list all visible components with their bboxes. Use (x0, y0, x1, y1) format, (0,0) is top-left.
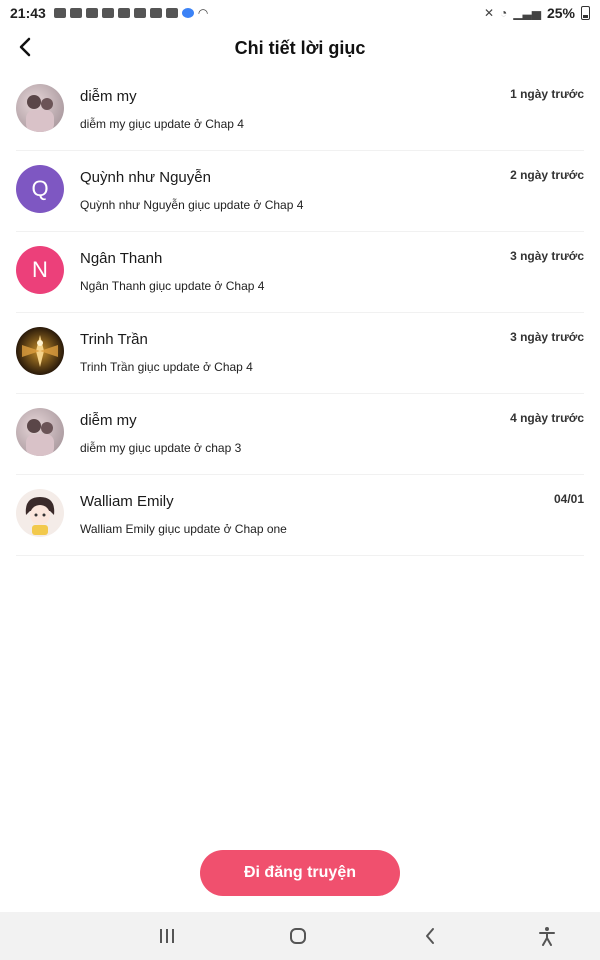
avatar-photo (26, 95, 54, 132)
battery-percent: 25% (546, 5, 575, 21)
system-navigation-bar (0, 912, 600, 960)
item-name: Ngân Thanh (80, 250, 163, 267)
youtube-icon (69, 8, 82, 18)
list-item[interactable]: Q Quỳnh như Nguyễn 2 ngày trước Quỳnh nh… (16, 151, 584, 232)
chevron-left-icon (19, 37, 31, 57)
avatar-photo (26, 419, 54, 456)
youtube-icon (149, 8, 162, 18)
wifi-signal-icon: ◔ (500, 6, 508, 20)
avatar: Q (16, 165, 64, 213)
header: Chi tiết lời giục (0, 28, 600, 68)
item-name: diễm my (80, 88, 137, 105)
avatar (16, 84, 64, 132)
recent-apps-icon (160, 929, 174, 943)
app-icon (101, 8, 114, 18)
accessibility-button[interactable] (535, 924, 559, 948)
item-description: Ngân Thanh giục update ở Chap 4 (80, 279, 265, 293)
battery-icon (581, 6, 590, 20)
item-description: diễm my giục update ở chap 3 (80, 441, 242, 455)
mute-icon: ✕ (483, 6, 495, 20)
instagram-icon (117, 8, 130, 18)
page-title: Chi tiết lời giục (234, 37, 366, 58)
gmail-icon (133, 8, 146, 18)
item-name: Quỳnh như Nguyễn (80, 169, 211, 186)
list-item[interactable]: diễm my 1 ngày trước diễm my giục update… (16, 70, 584, 151)
avatar-initial: Q (31, 176, 49, 201)
gallery-icon (165, 8, 178, 18)
back-button[interactable] (10, 32, 40, 62)
post-story-button[interactable]: Đi đăng truyện (200, 850, 400, 896)
accessibility-icon (539, 927, 555, 946)
item-description: Trinh Trần giục update ở Chap 4 (80, 360, 253, 374)
item-description: Walliam Emily giục update ở Chap one (80, 522, 287, 536)
list-item[interactable]: Walliam Emily 04/01 Walliam Emily giục u… (16, 475, 584, 556)
item-time: 3 ngày trước (510, 249, 584, 263)
list-item[interactable]: diễm my 4 ngày trước diễm my giục update… (16, 394, 584, 475)
app-icon (85, 8, 98, 18)
wifi-icon: ◠ (197, 6, 209, 20)
back-icon (426, 928, 434, 944)
avatar: N (16, 246, 64, 294)
item-time: 4 ngày trước (510, 411, 584, 425)
item-name: Walliam Emily (80, 493, 174, 510)
messenger-icon (181, 8, 194, 18)
nav-back-button[interactable] (418, 924, 442, 948)
status-right: ✕ ◔ ▁▃▅ 25% (484, 5, 590, 21)
avatar-initial: N (32, 257, 48, 282)
cell-signal-icon: ▁▃▅ (513, 6, 541, 20)
status-time: 21:43 (10, 5, 46, 21)
reminder-list: diễm my 1 ngày trước diễm my giục update… (0, 70, 600, 556)
item-name: diễm my (80, 412, 137, 429)
home-icon (290, 928, 306, 944)
item-time: 1 ngày trước (510, 87, 584, 101)
item-description: Quỳnh như Nguyễn giục update ở Chap 4 (80, 198, 304, 212)
recent-apps-button[interactable] (155, 924, 179, 948)
item-time: 2 ngày trước (510, 168, 584, 182)
item-name: Trinh Trần (80, 331, 148, 348)
status-bar: 21:43 ◠ ✕ ◔ ▁▃▅ 25% (0, 0, 600, 26)
list-item[interactable]: N Ngân Thanh 3 ngày trước Ngân Thanh giụ… (16, 232, 584, 313)
list-item[interactable]: Trinh Trần 3 ngày trước Trinh Trần giục … (16, 313, 584, 394)
avatar (16, 327, 64, 375)
avatar-photo (22, 335, 58, 367)
item-description: diễm my giục update ở Chap 4 (80, 117, 244, 131)
home-button[interactable] (286, 924, 310, 948)
item-time: 04/01 (553, 492, 584, 506)
item-time: 3 ngày trước (510, 330, 584, 344)
avatar (16, 408, 64, 456)
status-left: 21:43 ◠ (10, 5, 208, 21)
youtube-icon (53, 8, 66, 18)
avatar-photo (25, 497, 55, 535)
avatar (16, 489, 64, 537)
